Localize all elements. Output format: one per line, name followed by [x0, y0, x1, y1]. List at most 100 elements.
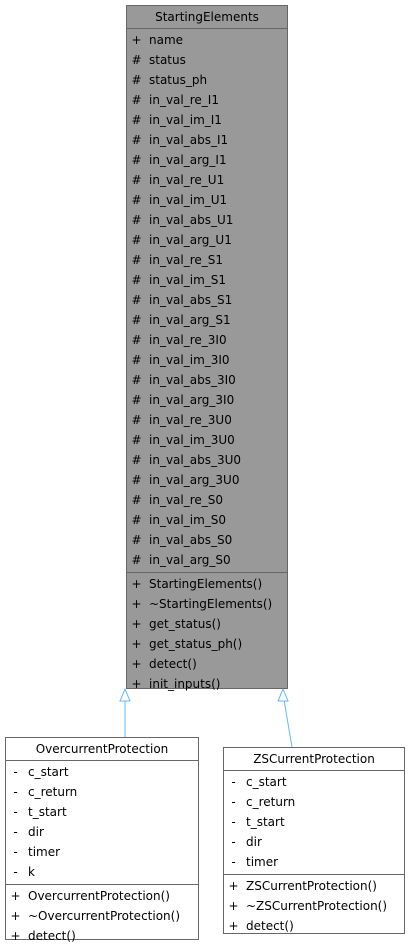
visibility-marker: +	[131, 577, 142, 591]
method-row: + ~StartingElements()	[127, 594, 287, 614]
visibility-marker: #	[131, 113, 142, 127]
attribute-row: # in_val_abs_U1	[127, 210, 287, 230]
attribute-name: in_val_abs_S1	[149, 293, 233, 307]
attribute-name: in_val_re_I1	[149, 93, 219, 107]
method-name: OvercurrentProtection()	[28, 889, 170, 903]
attribute-name: timer	[28, 845, 61, 859]
attribute-name: t_start	[28, 805, 67, 819]
method-name: ~StartingElements()	[149, 597, 273, 611]
visibility-marker: #	[131, 413, 142, 427]
visibility-marker: +	[131, 33, 142, 47]
attribute-name: in_val_abs_U1	[149, 213, 234, 227]
attribute-name: c_return	[28, 785, 78, 799]
visibility-marker: +	[131, 677, 142, 691]
visibility-marker: #	[131, 353, 142, 367]
attribute-name: in_val_re_U1	[149, 173, 225, 187]
method-row: + ~OvercurrentProtection()	[6, 906, 198, 926]
attribute-name: in_val_im_S0	[149, 513, 227, 527]
attribute-name: dir	[28, 825, 44, 839]
inheritance-line-zscurrent	[283, 699, 293, 748]
visibility-marker: #	[131, 293, 142, 307]
visibility-marker: +	[10, 929, 21, 943]
visibility-marker: #	[131, 313, 142, 327]
attribute-name: in_val_arg_3U0	[149, 473, 240, 487]
attribute-row: # in_val_re_3I0	[127, 330, 287, 350]
attribute-row: # in_val_re_S0	[127, 490, 287, 510]
attributes-section: - c_start - c_return - t_start - dir - timer - k	[6, 761, 198, 885]
visibility-marker: #	[131, 533, 142, 547]
method-row: + detect()	[224, 916, 404, 936]
attribute-row: # in_val_re_U1	[127, 170, 287, 190]
visibility-marker: +	[228, 919, 239, 933]
visibility-marker: -	[13, 785, 18, 799]
method-name: get_status_ph()	[149, 637, 243, 651]
visibility-marker: -	[13, 845, 18, 859]
attribute-row: # in_val_arg_S1	[127, 310, 287, 330]
attribute-row: # status_ph	[127, 70, 287, 90]
visibility-marker: #	[131, 233, 142, 247]
class-zscurrent-protection: ZSCurrentProtection - c_start - c_return - t_…	[223, 747, 405, 934]
visibility-marker: #	[131, 493, 142, 507]
attribute-row: # in_val_abs_3I0	[127, 370, 287, 390]
attribute-name: c_start	[246, 775, 287, 789]
attribute-row: - dir	[6, 822, 198, 842]
attribute-row: # in_val_im_3U0	[127, 430, 287, 450]
method-name: init_inputs()	[149, 677, 221, 691]
visibility-marker: #	[131, 273, 142, 287]
attribute-name: in_val_re_S0	[149, 493, 224, 507]
attribute-name: in_val_re_3U0	[149, 413, 232, 427]
attribute-name: in_val_abs_3U0	[149, 453, 242, 467]
attribute-row: # in_val_arg_I1	[127, 150, 287, 170]
attribute-name: in_val_arg_S0	[149, 553, 231, 567]
attribute-row: # in_val_im_S0	[127, 510, 287, 530]
class-title: OvercurrentProtection	[6, 738, 198, 761]
attribute-name: dir	[246, 835, 262, 849]
attribute-row: # in_val_im_S1	[127, 270, 287, 290]
attribute-row: # status	[127, 50, 287, 70]
attribute-row: # in_val_arg_3U0	[127, 470, 287, 490]
attribute-name: in_val_arg_S1	[149, 313, 231, 327]
method-name: ~ZSCurrentProtection()	[246, 899, 388, 913]
attribute-row: # in_val_re_S1	[127, 250, 287, 270]
attribute-name: in_val_re_3I0	[149, 333, 227, 347]
attribute-name: t_start	[246, 815, 285, 829]
visibility-marker: #	[131, 213, 142, 227]
method-row: + detect()	[6, 926, 198, 946]
attribute-row: - dir	[224, 832, 404, 852]
class-title: ZSCurrentProtection	[224, 748, 404, 771]
attribute-row: # in_val_re_3U0	[127, 410, 287, 430]
attribute-name: c_return	[246, 795, 296, 809]
attribute-row: -k	[6, 862, 198, 882]
attribute-name: in_val_im_3U0	[149, 433, 235, 447]
visibility-marker: -	[13, 865, 18, 879]
attribute-name: in_val_im_3I0	[149, 353, 230, 367]
attribute-row: # in_val_arg_U1	[127, 230, 287, 250]
method-row: + get_status()	[127, 614, 287, 634]
visibility-marker: +	[10, 889, 21, 903]
methods-section: + StartingElements() + ~StartingElements() +…	[127, 573, 287, 696]
attribute-row: # in_val_abs_S0	[127, 530, 287, 550]
attribute-row: - c_start	[224, 772, 404, 792]
visibility-marker: +	[10, 909, 21, 923]
visibility-marker: #	[131, 333, 142, 347]
attribute-row: - t_start	[224, 812, 404, 832]
attribute-name: timer	[246, 855, 279, 869]
method-row: + detect()	[127, 654, 287, 674]
method-row: + ZSCurrentProtection()	[224, 876, 404, 896]
attribute-name: in_val_arg_I1	[149, 153, 227, 167]
attribute-name: in_val_re_S1	[149, 253, 224, 267]
attributes-section: - c_start - c_return - t_start - dir - timer	[224, 771, 404, 875]
attribute-name: in_val_im_S1	[149, 273, 227, 287]
attribute-row: # in_val_abs_3U0	[127, 450, 287, 470]
visibility-marker: #	[131, 433, 142, 447]
visibility-marker: +	[131, 657, 142, 671]
method-name: get_status()	[149, 617, 221, 631]
class-starting-elements: StartingElements + name # status # status_ph #…	[126, 5, 288, 691]
attribute-row: - t_start	[6, 802, 198, 822]
methods-section: + OvercurrentProtection() + ~OvercurrentPro…	[6, 885, 198, 948]
attribute-name: in_val_arg_U1	[149, 233, 232, 247]
attribute-row: - c_start	[6, 762, 198, 782]
attribute-row: # in_val_im_3I0	[127, 350, 287, 370]
method-name: ZSCurrentProtection()	[246, 879, 377, 893]
visibility-marker: -	[13, 765, 18, 779]
